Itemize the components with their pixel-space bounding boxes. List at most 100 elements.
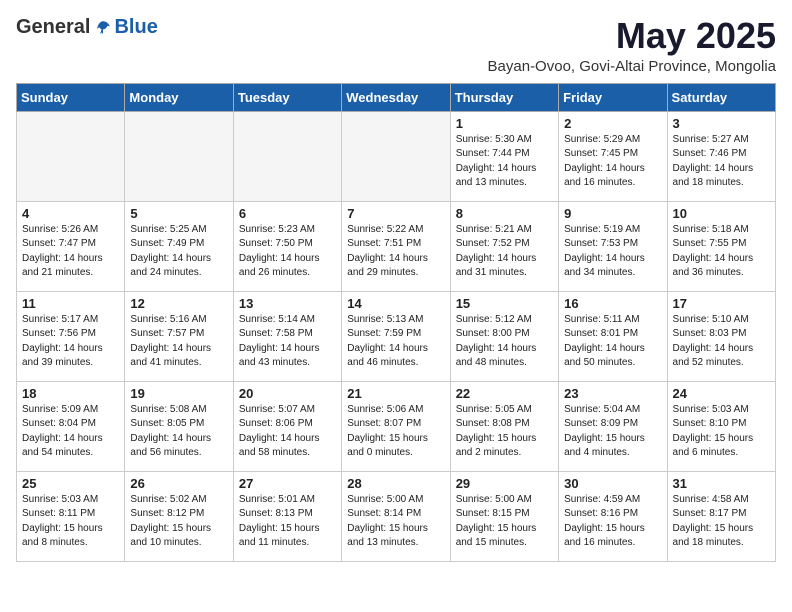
day-info: Sunrise: 5:06 AMSunset: 8:07 PMDaylight:… <box>347 403 444 461</box>
day-info: Sunrise: 5:03 AMSunset: 8:10 PMDaylight:… <box>673 403 770 461</box>
calendar-cell: 23Sunrise: 5:04 AMSunset: 8:09 PMDayligh… <box>559 381 667 471</box>
column-header-wednesday: Wednesday <box>342 83 450 111</box>
calendar-cell: 17 Sunrise: 5:10 AMSunset: 8:03 PMDayligh… <box>667 291 775 381</box>
calendar-cell: 16Sunrise: 5:11 AMSunset: 8:01 PMDayligh… <box>559 291 667 381</box>
calendar-cell: 22Sunrise: 5:05 AMSunset: 8:08 PMDayligh… <box>450 381 558 471</box>
day-info: Sunrise: 4:59 AMSunset: 8:16 PMDaylight:… <box>564 493 661 551</box>
calendar-cell: 21 Sunrise: 5:06 AMSunset: 8:07 PMDayligh… <box>342 381 450 471</box>
day-number: 3 <box>673 116 770 131</box>
day-info: Sunrise: 5:17 AMSunset: 7:56 PMDaylight:… <box>22 313 119 371</box>
calendar-cell: 20Sunrise: 5:07 AMSunset: 8:06 PMDayligh… <box>233 381 341 471</box>
month-title: May 2025 <box>488 16 776 56</box>
calendar-cell: 28 Sunrise: 5:00 AMSunset: 8:14 PMDayligh… <box>342 471 450 561</box>
day-number: 20 <box>239 386 336 401</box>
column-header-saturday: Saturday <box>667 83 775 111</box>
day-info: Sunrise: 5:08 AMSunset: 8:05 PMDaylight:… <box>130 403 227 461</box>
day-number: 25 <box>22 476 119 491</box>
day-number: 5 <box>130 206 227 221</box>
day-number: 31 <box>673 476 770 491</box>
day-info: Sunrise: 5:05 AMSunset: 8:08 PMDaylight:… <box>456 403 553 461</box>
day-info: Sunrise: 5:27 AMSunset: 7:46 PMDaylight:… <box>673 133 770 191</box>
day-info: Sunrise: 5:19 AMSunset: 7:53 PMDaylight:… <box>564 223 661 281</box>
logo-bird-icon <box>94 19 112 37</box>
calendar-cell: 12 Sunrise: 5:16 AMSunset: 7:57 PMDayligh… <box>125 291 233 381</box>
day-number: 8 <box>456 206 553 221</box>
day-number: 1 <box>456 116 553 131</box>
day-number: 17 <box>673 296 770 311</box>
day-number: 6 <box>239 206 336 221</box>
day-info: Sunrise: 5:29 AMSunset: 7:45 PMDaylight:… <box>564 133 661 191</box>
day-info: Sunrise: 5:21 AMSunset: 7:52 PMDaylight:… <box>456 223 553 281</box>
day-number: 18 <box>22 386 119 401</box>
calendar-cell: 27 Sunrise: 5:01 AMSunset: 8:13 PMDayligh… <box>233 471 341 561</box>
day-info: Sunrise: 4:58 AMSunset: 8:17 PMDaylight:… <box>673 493 770 551</box>
day-number: 29 <box>456 476 553 491</box>
day-number: 9 <box>564 206 661 221</box>
calendar-cell: 14Sunrise: 5:13 AMSunset: 7:59 PMDayligh… <box>342 291 450 381</box>
day-number: 7 <box>347 206 444 221</box>
calendar-cell: 5Sunrise: 5:25 AMSunset: 7:49 PMDaylight… <box>125 201 233 291</box>
day-number: 4 <box>22 206 119 221</box>
day-info: Sunrise: 5:03 AMSunset: 8:11 PMDaylight:… <box>22 493 119 551</box>
column-header-friday: Friday <box>559 83 667 111</box>
calendar-cell: 19Sunrise: 5:08 AMSunset: 8:05 PMDayligh… <box>125 381 233 471</box>
day-number: 26 <box>130 476 227 491</box>
logo: General Blue <box>16 16 158 39</box>
day-info: Sunrise: 5:02 AMSunset: 8:12 PMDaylight:… <box>130 493 227 551</box>
day-info: Sunrise: 5:01 AMSunset: 8:13 PMDaylight:… <box>239 493 336 551</box>
day-info: Sunrise: 5:12 AMSunset: 8:00 PMDaylight:… <box>456 313 553 371</box>
logo-general: General <box>16 16 90 39</box>
day-number: 30 <box>564 476 661 491</box>
logo-blue: Blue <box>114 16 157 39</box>
day-info: Sunrise: 5:14 AMSunset: 7:58 PMDaylight:… <box>239 313 336 371</box>
calendar-cell: 13 Sunrise: 5:14 AMSunset: 7:58 PMDayligh… <box>233 291 341 381</box>
day-number: 13 <box>239 296 336 311</box>
calendar-cell: 26 Sunrise: 5:02 AMSunset: 8:12 PMDayligh… <box>125 471 233 561</box>
column-header-thursday: Thursday <box>450 83 558 111</box>
calendar-cell: 4Sunrise: 5:26 AMSunset: 7:47 PMDaylight… <box>17 201 125 291</box>
week-row-3: 11Sunrise: 5:17 AMSunset: 7:56 PMDayligh… <box>17 291 776 381</box>
day-info: Sunrise: 5:23 AMSunset: 7:50 PMDaylight:… <box>239 223 336 281</box>
calendar-cell: 9 Sunrise: 5:19 AMSunset: 7:53 PMDaylight… <box>559 201 667 291</box>
calendar-cell: 25 Sunrise: 5:03 AMSunset: 8:11 PMDayligh… <box>17 471 125 561</box>
day-number: 14 <box>347 296 444 311</box>
day-number: 15 <box>456 296 553 311</box>
week-row-5: 25 Sunrise: 5:03 AMSunset: 8:11 PMDayligh… <box>17 471 776 561</box>
week-row-2: 4Sunrise: 5:26 AMSunset: 7:47 PMDaylight… <box>17 201 776 291</box>
column-header-sunday: Sunday <box>17 83 125 111</box>
day-info: Sunrise: 5:09 AMSunset: 8:04 PMDaylight:… <box>22 403 119 461</box>
calendar-cell: 1 Sunrise: 5:30 AMSunset: 7:44 PMDaylight… <box>450 111 558 201</box>
day-number: 21 <box>347 386 444 401</box>
calendar-cell: 18 Sunrise: 5:09 AMSunset: 8:04 PMDayligh… <box>17 381 125 471</box>
column-header-monday: Monday <box>125 83 233 111</box>
calendar-cell: 8 Sunrise: 5:21 AMSunset: 7:52 PMDaylight… <box>450 201 558 291</box>
day-number: 2 <box>564 116 661 131</box>
day-info: Sunrise: 5:16 AMSunset: 7:57 PMDaylight:… <box>130 313 227 371</box>
calendar-cell <box>342 111 450 201</box>
calendar-cell: 10Sunrise: 5:18 AMSunset: 7:55 PMDayligh… <box>667 201 775 291</box>
day-number: 28 <box>347 476 444 491</box>
day-number: 12 <box>130 296 227 311</box>
day-info: Sunrise: 5:00 AMSunset: 8:15 PMDaylight:… <box>456 493 553 551</box>
calendar-cell: 2 Sunrise: 5:29 AMSunset: 7:45 PMDaylight… <box>559 111 667 201</box>
day-info: Sunrise: 5:22 AMSunset: 7:51 PMDaylight:… <box>347 223 444 281</box>
subtitle: Bayan-Ovoo, Govi-Altai Province, Mongoli… <box>488 58 776 75</box>
day-info: Sunrise: 5:04 AMSunset: 8:09 PMDaylight:… <box>564 403 661 461</box>
day-info: Sunrise: 5:11 AMSunset: 8:01 PMDaylight:… <box>564 313 661 371</box>
day-number: 27 <box>239 476 336 491</box>
header-row: SundayMondayTuesdayWednesdayThursdayFrid… <box>17 83 776 111</box>
calendar-cell: 7 Sunrise: 5:22 AMSunset: 7:51 PMDaylight… <box>342 201 450 291</box>
day-info: Sunrise: 5:10 AMSunset: 8:03 PMDaylight:… <box>673 313 770 371</box>
day-info: Sunrise: 5:00 AMSunset: 8:14 PMDaylight:… <box>347 493 444 551</box>
calendar-cell: 3 Sunrise: 5:27 AMSunset: 7:46 PMDaylight… <box>667 111 775 201</box>
calendar-cell: 11Sunrise: 5:17 AMSunset: 7:56 PMDayligh… <box>17 291 125 381</box>
day-info: Sunrise: 5:30 AMSunset: 7:44 PMDaylight:… <box>456 133 553 191</box>
calendar-cell: 29 Sunrise: 5:00 AMSunset: 8:15 PMDayligh… <box>450 471 558 561</box>
calendar-cell: 15 Sunrise: 5:12 AMSunset: 8:00 PMDayligh… <box>450 291 558 381</box>
title-block: May 2025 Bayan-Ovoo, Govi-Altai Province… <box>488 16 776 75</box>
day-info: Sunrise: 5:18 AMSunset: 7:55 PMDaylight:… <box>673 223 770 281</box>
calendar-cell <box>17 111 125 201</box>
column-header-tuesday: Tuesday <box>233 83 341 111</box>
calendar-cell <box>233 111 341 201</box>
calendar-cell: 24Sunrise: 5:03 AMSunset: 8:10 PMDayligh… <box>667 381 775 471</box>
